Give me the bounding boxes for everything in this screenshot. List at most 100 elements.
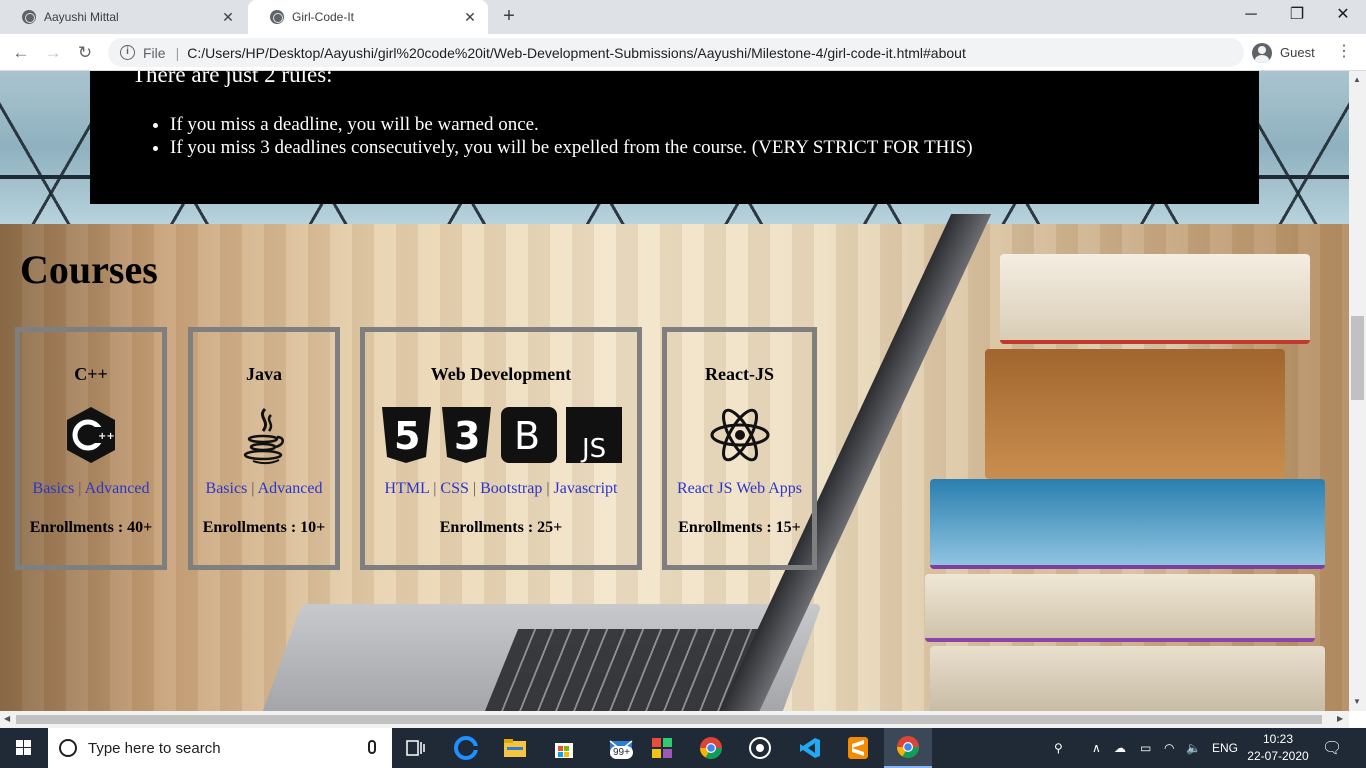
back-button[interactable]: ← <box>8 40 34 66</box>
chrome-active-icon[interactable] <box>884 728 932 768</box>
forward-button[interactable]: → <box>40 40 66 66</box>
taskbar-search[interactable]: Type here to search <box>48 728 392 768</box>
globe-icon <box>270 10 284 24</box>
courses-title: Courses <box>20 247 158 292</box>
course-title: React-JS <box>705 364 774 384</box>
link-basics[interactable]: Basics <box>33 480 75 497</box>
bootstrap-icon: B <box>500 407 557 463</box>
notifications-icon[interactable]: 🗨 <box>1322 728 1342 768</box>
course-title: C++ <box>74 364 108 384</box>
profile-button[interactable]: Guest <box>1252 39 1328 66</box>
edge-icon[interactable] <box>442 728 490 768</box>
book-image <box>930 479 1325 569</box>
start-button[interactable] <box>0 728 48 768</box>
link-basics[interactable]: Basics <box>206 480 248 497</box>
horizontal-scroll-thumb[interactable] <box>16 715 1322 724</box>
scroll-up-icon[interactable]: ▲ <box>1353 75 1361 84</box>
profile-label: Guest <box>1280 45 1315 60</box>
language-indicator[interactable]: ENG <box>1212 728 1238 768</box>
chrome-icon[interactable] <box>687 728 735 768</box>
link-advanced[interactable]: Advanced <box>258 480 323 497</box>
menu-icon[interactable]: ⋮ <box>1334 42 1354 64</box>
link-bootstrap[interactable]: Bootstrap <box>480 480 542 497</box>
link-html[interactable]: HTML <box>384 480 429 497</box>
css3-icon: 3 <box>441 407 491 463</box>
scroll-right-icon[interactable]: ▶ <box>1337 714 1343 723</box>
clock-time: 10:23 <box>1262 732 1294 746</box>
show-hidden-icons[interactable]: ∧ <box>1092 728 1101 768</box>
address-separator: | <box>175 44 180 61</box>
scroll-down-icon[interactable]: ▼ <box>1353 697 1361 706</box>
windows-icon <box>16 740 31 755</box>
new-tab-button[interactable]: + <box>498 6 520 28</box>
sublime-text-icon[interactable] <box>834 728 882 768</box>
enrollments-text: Enrollments : 40+ <box>29 519 153 536</box>
enrollments-text: Enrollments : 25+ <box>439 519 563 536</box>
volume-icon[interactable]: 🔈 <box>1186 728 1201 768</box>
cpp-icon: ++ <box>20 405 162 465</box>
scroll-left-icon[interactable]: ◀ <box>4 714 10 723</box>
mail-badge: 99+ <box>610 746 633 759</box>
course-card-web-development: Web Development 5 3 B JS HTML | CSS | Bo… <box>360 327 642 570</box>
taskbar: Type here to search 99+ ⚲ ∧ ☁ ▭ ◠ 🔈 ENG … <box>0 728 1366 768</box>
course-title: Java <box>246 364 282 384</box>
avatar-icon <box>1252 42 1272 63</box>
svg-text:B: B <box>514 414 540 458</box>
wifi-icon[interactable]: ◠ <box>1164 728 1174 768</box>
restore-button[interactable]: ❐ <box>1274 0 1320 34</box>
close-window-button[interactable]: ✕ <box>1320 0 1366 34</box>
close-tab-icon[interactable]: ✕ <box>220 9 236 25</box>
tab-girl-code-it[interactable]: Girl-Code-It ✕ <box>248 0 488 34</box>
clock-date: 22-07-2020 <box>1247 749 1309 763</box>
page-viewport: There are just 2 rules: If you miss a de… <box>0 71 1349 711</box>
link-separator: | <box>251 480 255 497</box>
link-advanced[interactable]: Advanced <box>85 480 150 497</box>
java-icon <box>193 405 335 465</box>
rules-section: There are just 2 rules: If you miss a de… <box>90 71 1259 204</box>
vscode-icon[interactable] <box>786 728 834 768</box>
course-links: React JS Web Apps <box>667 480 812 498</box>
whatsapp-icon[interactable] <box>736 728 784 768</box>
app-grid-icon[interactable] <box>638 728 686 768</box>
javascript-icon: JS <box>565 407 622 464</box>
course-links: Basics | Advanced <box>20 480 162 498</box>
link-react-js-web-apps[interactable]: React JS Web Apps <box>677 480 802 497</box>
task-view-icon[interactable] <box>392 728 440 768</box>
enrollments-text: Enrollments : 15+ <box>678 519 801 536</box>
address-bar[interactable]: i File | C:/Users/HP/Desktop/Aayushi/gir… <box>108 38 1244 67</box>
svg-text:3: 3 <box>454 414 480 458</box>
book-image <box>925 574 1315 642</box>
onedrive-icon[interactable]: ☁ <box>1114 728 1126 768</box>
url-text[interactable]: C:/Users/HP/Desktop/Aayushi/girl%20code%… <box>187 45 966 61</box>
courses-section: Courses C++ ++ Basics | Advanced Enrollm… <box>0 214 1349 711</box>
vertical-scroll-thumb[interactable] <box>1351 316 1364 400</box>
microphone-icon[interactable] <box>368 740 376 754</box>
rule-item: If you miss a deadline, you will be warn… <box>170 113 973 136</box>
link-javascript[interactable]: Javascript <box>554 480 618 497</box>
link-separator: | <box>78 480 82 497</box>
enrollments-text: Enrollments : 10+ <box>202 519 326 536</box>
tab-aayushi-mittal[interactable]: Aayushi Mittal ✕ <box>0 0 246 34</box>
link-separator: | <box>546 480 550 497</box>
minimize-button[interactable]: ─ <box>1228 0 1274 34</box>
link-css[interactable]: CSS <box>440 480 468 497</box>
store-icon[interactable] <box>540 728 588 768</box>
course-card-cpp: C++ ++ Basics | Advanced Enrollments : 4… <box>15 327 167 570</box>
web-tech-icons: 5 3 B JS <box>365 405 637 465</box>
tab-title: Aayushi Mittal <box>44 10 119 24</box>
close-tab-icon[interactable]: ✕ <box>462 9 478 25</box>
react-icon <box>667 405 812 465</box>
course-card-react-js: React-JS React JS Web Apps Enrollments :… <box>662 327 817 570</box>
reload-button[interactable]: ↻ <box>72 40 98 66</box>
rule-item: If you miss 3 deadlines consecutively, y… <box>170 136 973 159</box>
file-explorer-icon[interactable] <box>491 728 539 768</box>
clock[interactable]: 10:23 22-07-2020 <box>1245 731 1311 765</box>
info-icon[interactable]: i <box>120 45 135 60</box>
horizontal-scrollbar[interactable]: ◀ ▶ <box>0 711 1349 728</box>
course-title: Web Development <box>430 364 572 384</box>
svg-text:JS: JS <box>580 434 606 464</box>
vertical-scrollbar[interactable]: ▲ ▼ <box>1349 71 1366 711</box>
people-icon[interactable]: ⚲ <box>1054 728 1063 768</box>
tab-title: Girl-Code-It <box>292 10 355 24</box>
battery-icon[interactable]: ▭ <box>1140 728 1151 768</box>
